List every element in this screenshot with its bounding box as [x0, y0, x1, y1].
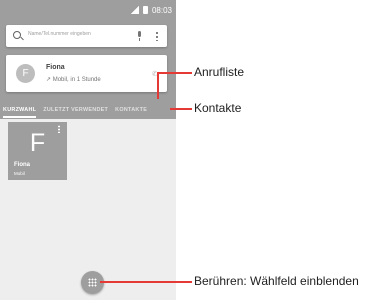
favorite-more-icon[interactable] [58, 125, 60, 133]
callout-line-call-log [157, 72, 192, 74]
recent-call-name: Fiona [46, 64, 65, 71]
dialpad-icon [88, 278, 97, 287]
battery-icon [142, 6, 148, 14]
search-bar[interactable]: Name/Tel.nummer eingeben [6, 25, 167, 47]
status-time: 08:03 [151, 5, 172, 15]
tab-recent[interactable]: ZULETZT VERWENDET [43, 107, 108, 113]
callout-line-dialpad [100, 281, 192, 283]
avatar: F [16, 64, 35, 83]
search-input[interactable]: Name/Tel.nummer eingeben [28, 31, 91, 37]
recent-call-card[interactable]: F Fiona ↗ Mobil, in 1 Stunde ✆ [6, 55, 167, 92]
callout-line-contacts [170, 108, 192, 110]
status-bar: 08:03 [0, 0, 176, 20]
favorite-letter: F [29, 129, 46, 157]
recent-call-detail: ↗ Mobil, in 1 Stunde [46, 76, 101, 83]
callout-line-call-log-vertical [157, 72, 159, 99]
tab-speed-dial[interactable]: KURZWAHL [3, 107, 37, 118]
favorite-type: Mobil [14, 171, 25, 176]
signal-icon [130, 6, 139, 14]
outgoing-call-icon: ↗ [46, 77, 53, 83]
search-icon [13, 31, 21, 39]
tab-bar: KURZWAHL ZULETZT VERWENDET KONTAKTE [0, 101, 176, 118]
callout-dialpad: Berühren: Wählfeld einblenden [194, 274, 359, 288]
favorite-name: Fiona [14, 162, 30, 168]
callout-call-log: Anrufliste [194, 65, 245, 79]
recent-call-detail-text: Mobil, in 1 Stunde [52, 77, 101, 83]
tab-contacts[interactable]: KONTAKTE [115, 107, 147, 113]
microphone-icon[interactable] [138, 31, 141, 41]
favorite-contact-tile[interactable]: F Fiona Mobil [8, 122, 67, 180]
callout-contacts: Kontakte [194, 101, 242, 115]
status-icons: 08:03 [130, 4, 172, 16]
more-options-icon[interactable] [156, 31, 158, 41]
phone-screen: 08:03 Name/Tel.nummer eingeben F Fiona ↗… [0, 0, 176, 300]
